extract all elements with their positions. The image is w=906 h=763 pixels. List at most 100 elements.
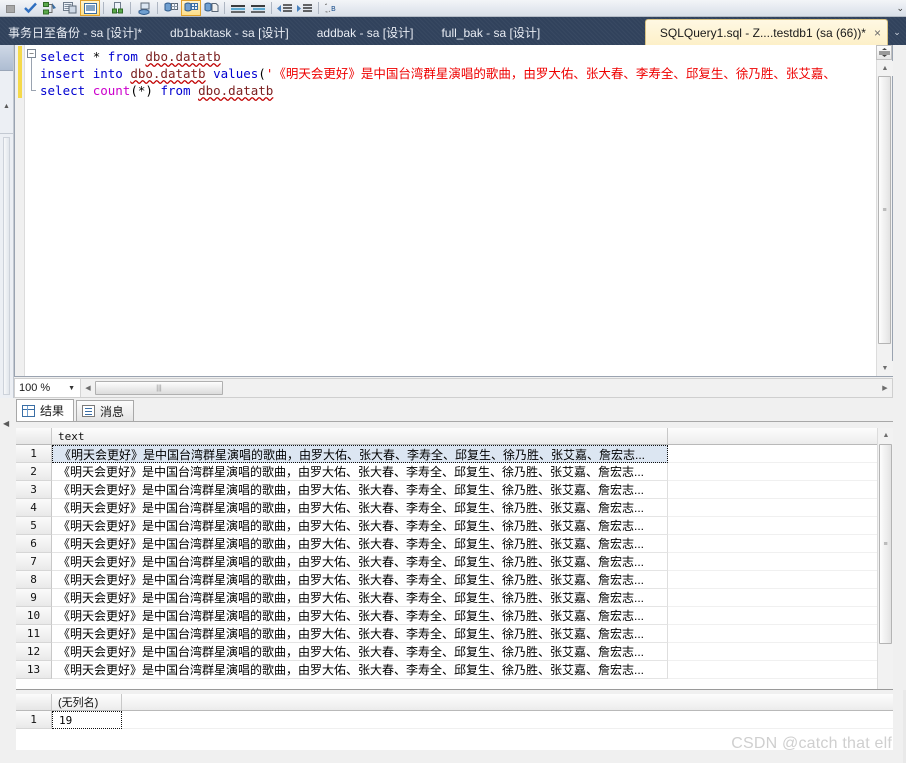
display-estimated-execution-plan-icon[interactable]	[40, 0, 60, 16]
table-cell-text[interactable]: 《明天会更好》是中国台湾群星演唱的歌曲，由罗大佑、张大春、李寿全、邱复生、徐乃胜…	[52, 463, 668, 481]
scroll-down-arrow[interactable]: ▼	[877, 361, 893, 376]
hscroll-thumb[interactable]: |||	[95, 381, 223, 395]
results-vertical-scrollbar[interactable]: ▲ ≡	[877, 428, 893, 689]
stop-icon[interactable]	[0, 0, 20, 16]
table-cell-count[interactable]: 19	[52, 711, 122, 729]
table-row[interactable]: 8 《明天会更好》是中国台湾群星演唱的歌曲，由罗大佑、张大春、李寿全、邱复生、徐乃…	[16, 571, 893, 589]
table-row[interactable]: 9 《明天会更好》是中国台湾群星演唱的歌曲，由罗大佑、张大春、李寿全、邱复生、徐乃…	[16, 589, 893, 607]
split-pane-handle[interactable]	[876, 45, 892, 60]
toolbar-overflow-button[interactable]: ⌄	[896, 3, 904, 13]
include-client-statistics-icon[interactable]	[107, 0, 127, 16]
tab-addbak[interactable]: addbak - sa [设计]	[303, 19, 428, 45]
table-cell-text[interactable]: 《明天会更好》是中国台湾群星演唱的歌曲，由罗大佑、张大春、李寿全、邱复生、徐乃胜…	[52, 553, 668, 571]
token-keyword: into	[92, 66, 123, 81]
row-filler	[668, 535, 893, 553]
collapse-region-icon[interactable]: −	[27, 49, 36, 58]
close-icon[interactable]: ×	[874, 26, 881, 40]
results-to-grid-icon[interactable]	[161, 0, 181, 16]
table-cell-text[interactable]: 《明天会更好》是中国台湾群星演唱的歌曲，由罗大佑、张大春、李寿全、邱复生、徐乃胜…	[52, 481, 668, 499]
row-number-cell[interactable]: 7	[16, 553, 52, 571]
row-number-cell[interactable]: 13	[16, 661, 52, 679]
token-object-name: dbo.datatb	[130, 66, 206, 81]
grid2-corner-cell[interactable]	[16, 694, 52, 711]
row-number-cell[interactable]: 2	[16, 463, 52, 481]
comment-lines-icon[interactable]	[228, 0, 248, 16]
hscroll-track[interactable]: |||	[95, 381, 878, 395]
tab-shiwu-ri-zhi-beifen[interactable]: 事务日至备份 - sa [设计]*	[0, 19, 156, 45]
scroll-up-arrow[interactable]: ▲	[878, 428, 893, 443]
row-number-cell[interactable]: 1	[16, 711, 52, 729]
tab-db1baktask[interactable]: db1baktask - sa [设计]	[156, 19, 303, 45]
results-scroll-thumb[interactable]: ≡	[879, 444, 892, 644]
object-explorer-tab-stub[interactable]	[0, 45, 13, 71]
row-number-cell[interactable]: 8	[16, 571, 52, 589]
table-row[interactable]: 11 《明天会更好》是中国台湾群星演唱的歌曲，由罗大佑、张大春、李寿全、邱复生、徐…	[16, 625, 893, 643]
results-to-text-icon[interactable]	[134, 0, 154, 16]
table-cell-text[interactable]: 《明天会更好》是中国台湾群星演唱的歌曲，由罗大佑、张大春、李寿全、邱复生、徐乃胜…	[52, 661, 668, 679]
table-row[interactable]: 6 《明天会更好》是中国台湾群星演唱的歌曲，由罗大佑、张大春、李寿全、邱复生、徐乃…	[16, 535, 893, 553]
row-number-cell[interactable]: 9	[16, 589, 52, 607]
grid-corner-cell[interactable]	[16, 428, 52, 445]
column-header-text[interactable]: text	[52, 428, 668, 445]
table-cell-text[interactable]: 《明天会更好》是中国台湾群星演唱的歌曲，由罗大佑、张大春、李寿全、邱复生、徐乃胜…	[52, 517, 668, 535]
table-row[interactable]: 4 《明天会更好》是中国台湾群星演唱的歌曲，由罗大佑、张大春、李寿全、邱复生、徐乃…	[16, 499, 893, 517]
table-cell-text[interactable]: 《明天会更好》是中国台湾群星演唱的歌曲，由罗大佑、张大春、李寿全、邱复生、徐乃胜…	[52, 535, 668, 553]
row-number-cell[interactable]: 5	[16, 517, 52, 535]
uncomment-lines-icon[interactable]	[248, 0, 268, 16]
hscroll-right-arrow[interactable]: ▶	[878, 379, 892, 397]
editor-scroll-thumb[interactable]: ≡	[878, 76, 891, 344]
results-to-file-icon[interactable]	[201, 0, 221, 16]
table-cell-text[interactable]: 《明天会更好》是中国台湾群星演唱的歌曲，由罗大佑、张大春、李寿全、邱复生、徐乃胜…	[52, 643, 668, 661]
hscroll-left-arrow[interactable]: ◀	[81, 379, 95, 397]
tab-full-bak[interactable]: full_bak - sa [设计]	[427, 19, 554, 45]
editor-vertical-scrollbar[interactable]: ▲ ≡ ▼	[876, 45, 893, 376]
table-row[interactable]: 3 《明天会更好》是中国台湾群星演唱的歌曲，由罗大佑、张大春、李寿全、邱复生、徐乃…	[16, 481, 893, 499]
row-number-cell[interactable]: 12	[16, 643, 52, 661]
query-options-icon[interactable]	[60, 0, 80, 16]
column-header-noname[interactable]: (无列名)	[52, 694, 122, 711]
results-grid-1[interactable]: text 1 《明天会更好》是中国台湾群星演唱的歌曲，由罗大佑、张大春、李寿全、邱…	[16, 428, 893, 690]
table-row[interactable]: 12 《明天会更好》是中国台湾群星演唱的歌曲，由罗大佑、张大春、李寿全、邱复生、徐…	[16, 643, 893, 661]
specify-values-for-template-parameters-icon[interactable]: B	[322, 0, 342, 16]
table-cell-text[interactable]: 《明天会更好》是中国台湾群星演唱的歌曲，由罗大佑、张大春、李寿全、邱复生、徐乃胜…	[52, 625, 668, 643]
check-parse-icon[interactable]	[20, 0, 40, 16]
row-number-cell[interactable]: 3	[16, 481, 52, 499]
table-row[interactable]: 2 《明天会更好》是中国台湾群星演唱的歌曲，由罗大佑、张大春、李寿全、邱复生、徐乃…	[16, 463, 893, 481]
table-row[interactable]: 7 《明天会更好》是中国台湾群星演唱的歌曲，由罗大佑、张大春、李寿全、邱复生、徐乃…	[16, 553, 893, 571]
sql-editor-pane[interactable]: − select * from dbo.datatb insert into d…	[14, 45, 893, 377]
increase-indent-icon[interactable]	[295, 0, 315, 16]
code-text-area[interactable]: select * from dbo.datatb insert into dbo…	[39, 45, 892, 376]
token-args: (*)	[130, 83, 153, 98]
include-actual-execution-plan-icon[interactable]	[80, 0, 100, 16]
row-number-cell[interactable]: 11	[16, 625, 52, 643]
row-number-cell[interactable]: 6	[16, 535, 52, 553]
row-number-cell[interactable]: 1	[16, 445, 52, 463]
results-to-grid-active-icon[interactable]	[181, 0, 201, 16]
decrease-indent-icon[interactable]	[275, 0, 295, 16]
scroll-up-arrow[interactable]: ▲	[877, 61, 893, 76]
tab-messages[interactable]: 消息	[76, 400, 135, 421]
watermark-text: CSDN @catch that elf	[731, 735, 892, 752]
tab-results[interactable]: 结果	[16, 399, 75, 421]
table-cell-text[interactable]: 《明天会更好》是中国台湾群星演唱的歌曲，由罗大佑、张大春、李寿全、邱复生、徐乃胜…	[52, 571, 668, 589]
left-scroll-rail[interactable]	[3, 137, 10, 395]
table-row[interactable]: 1 19	[16, 711, 893, 729]
row-number-cell[interactable]: 4	[16, 499, 52, 517]
zoom-level-dropdown[interactable]: 100 % ▼	[15, 379, 81, 397]
table-cell-text[interactable]: 《明天会更好》是中国台湾群星演唱的歌曲，由罗大佑、张大春、李寿全、邱复生、徐乃胜…	[52, 499, 668, 517]
table-cell-text[interactable]: 《明天会更好》是中国台湾群星演唱的歌曲，由罗大佑、张大春、李寿全、邱复生、徐乃胜…	[52, 589, 668, 607]
chevron-up-icon[interactable]: ▲	[3, 103, 10, 110]
chevron-left-icon[interactable]: ◀	[3, 419, 9, 428]
zoom-level-label: 100 %	[19, 382, 51, 394]
row-number-cell[interactable]: 10	[16, 607, 52, 625]
table-row[interactable]: 10 《明天会更好》是中国台湾群星演唱的歌曲，由罗大佑、张大春、李寿全、邱复生、徐…	[16, 607, 893, 625]
chevron-down-icon[interactable]: ▼	[68, 385, 75, 392]
table-cell-text[interactable]: 《明天会更好》是中国台湾群星演唱的歌曲，由罗大佑、张大春、李寿全、邱复生、徐乃胜…	[52, 445, 668, 463]
table-row[interactable]: 5 《明天会更好》是中国台湾群星演唱的歌曲，由罗大佑、张大春、李寿全、邱复生、徐乃…	[16, 517, 893, 535]
table-row[interactable]: 13 《明天会更好》是中国台湾群星演唱的歌曲，由罗大佑、张大春、李寿全、邱复生、徐…	[16, 661, 893, 679]
table-row[interactable]: 1 《明天会更好》是中国台湾群星演唱的歌曲，由罗大佑、张大春、李寿全、邱复生、徐乃…	[16, 445, 893, 463]
table-cell-text[interactable]: 《明天会更好》是中国台湾群星演唱的歌曲，由罗大佑、张大春、李寿全、邱复生、徐乃胜…	[52, 607, 668, 625]
chevron-down-icon[interactable]: ⌄	[888, 19, 906, 45]
tab-sqlquery1-active[interactable]: SQLQuery1.sql - Z....testdb1 (sa (66))* …	[644, 19, 888, 45]
